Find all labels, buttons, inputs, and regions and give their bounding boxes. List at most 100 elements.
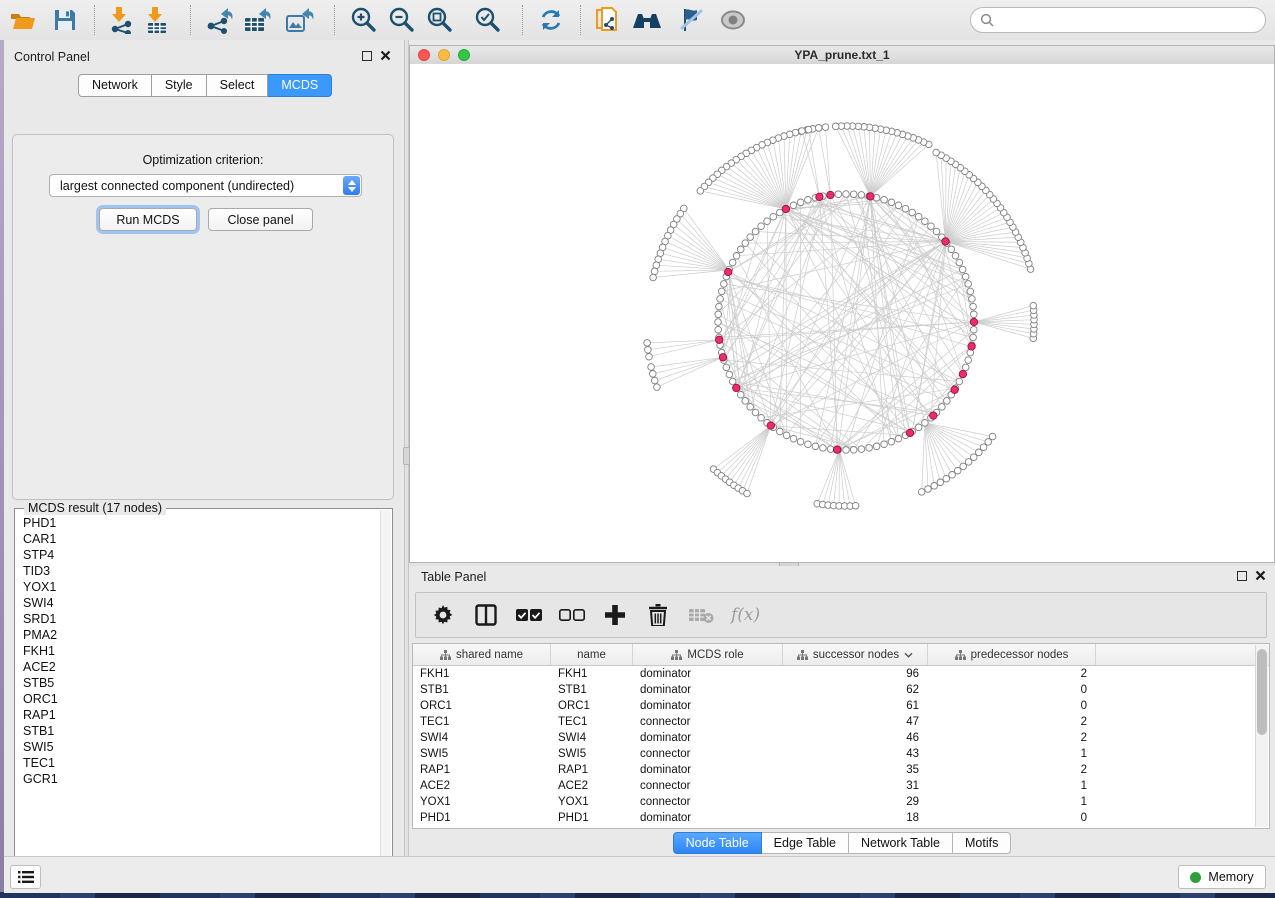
export-image-icon[interactable] [282,4,316,36]
cell-successor-nodes[interactable]: 96 [783,666,928,682]
delete-columns-icon[interactable] [645,602,671,628]
cell-predecessor-nodes[interactable]: 0 [928,810,1096,826]
new-network-from-selection-icon[interactable] [590,4,624,36]
tab-mcds[interactable]: MCDS [268,74,332,97]
mcds-list-scrollbar[interactable] [380,510,391,880]
cell-shared-name[interactable]: SWI5 [413,746,551,762]
cell-MCDS-role[interactable]: connector [633,794,783,810]
criterion-select[interactable]: largest connected component (undirected) [49,174,362,197]
import-table-icon[interactable] [140,4,174,36]
cell-shared-name[interactable]: RAP1 [413,762,551,778]
cell-successor-nodes[interactable]: 18 [783,810,928,826]
cell-name[interactable]: RAP1 [551,762,633,778]
create-column-icon[interactable] [602,602,628,628]
cell-MCDS-role[interactable]: dominator [633,730,783,746]
cell-successor-nodes[interactable]: 43 [783,746,928,762]
cell-shared-name[interactable]: STB1 [413,682,551,698]
float-panel-icon[interactable] [362,51,372,61]
cell-successor-nodes[interactable]: 31 [783,778,928,794]
cell-MCDS-role[interactable]: dominator [633,666,783,682]
cell-shared-name[interactable]: PHD1 [413,810,551,826]
cell-MCDS-role[interactable]: dominator [633,762,783,778]
table-row[interactable]: FKH1FKH1dominator962 [413,666,1269,682]
zoom-in-icon[interactable] [346,4,380,36]
memory-button[interactable]: Memory [1178,865,1266,889]
deselect-all-icon[interactable] [559,602,585,628]
close-table-panel-icon[interactable] [1255,570,1266,581]
cell-name[interactable]: PHD1 [551,810,633,826]
cell-successor-nodes[interactable]: 47 [783,714,928,730]
column-header-MCDS-role[interactable]: MCDS role [633,644,783,665]
cell-predecessor-nodes[interactable]: 1 [928,778,1096,794]
search-box[interactable] [970,7,1266,33]
table-row[interactable]: PHD1PHD1dominator180 [413,810,1269,826]
zoom-selected-icon[interactable] [470,4,504,36]
column-header-successor-nodes[interactable]: successor nodes [783,644,928,665]
cell-shared-name[interactable]: ORC1 [413,698,551,714]
network-canvas[interactable] [410,64,1274,562]
cell-predecessor-nodes[interactable]: 2 [928,762,1096,778]
close-panel-icon[interactable] [380,50,391,61]
open-file-icon[interactable] [6,4,40,36]
table-row[interactable]: STB1STB1dominator620 [413,682,1269,698]
cell-predecessor-nodes[interactable]: 0 [928,698,1096,714]
tab-select[interactable]: Select [207,74,269,97]
cell-successor-nodes[interactable]: 61 [783,698,928,714]
close-panel-button[interactable]: Close panel [208,208,313,231]
tab-network-table[interactable]: Network Table [849,832,953,854]
cell-successor-nodes[interactable]: 29 [783,794,928,810]
network-titlebar[interactable]: YPA_prune.txt_1 [410,46,1274,65]
save-session-icon[interactable] [48,4,82,36]
cell-MCDS-role[interactable]: dominator [633,682,783,698]
cell-shared-name[interactable]: FKH1 [413,666,551,682]
cell-shared-name[interactable]: ACE2 [413,778,551,794]
show-all-icon[interactable] [716,4,750,36]
table-settings-icon[interactable] [430,602,456,628]
table-row[interactable]: SWI5SWI5connector431 [413,746,1269,762]
table-scrollbar[interactable] [1255,645,1268,827]
table-row[interactable]: YOX1YOX1connector291 [413,794,1269,810]
run-mcds-button[interactable]: Run MCDS [99,208,197,231]
cell-successor-nodes[interactable]: 62 [783,682,928,698]
cell-MCDS-role[interactable]: connector [633,778,783,794]
table-row[interactable]: RAP1RAP1dominator352 [413,762,1269,778]
table-row[interactable]: TEC1TEC1connector472 [413,714,1269,730]
cell-predecessor-nodes[interactable]: 1 [928,746,1096,762]
tab-motifs[interactable]: Motifs [953,832,1011,854]
column-header-name[interactable]: name [551,644,633,665]
task-history-button[interactable] [10,865,41,889]
cell-predecessor-nodes[interactable]: 2 [928,714,1096,730]
cell-name[interactable]: SWI5 [551,746,633,762]
cell-successor-nodes[interactable]: 46 [783,730,928,746]
cell-predecessor-nodes[interactable]: 2 [928,730,1096,746]
cell-MCDS-role[interactable]: dominator [633,810,783,826]
cell-shared-name[interactable]: TEC1 [413,714,551,730]
export-table-icon[interactable] [240,4,274,36]
select-all-icon[interactable] [516,602,542,628]
tab-network[interactable]: Network [78,74,152,97]
import-network-icon[interactable] [104,4,138,36]
cell-name[interactable]: TEC1 [551,714,633,730]
split-panel-icon[interactable] [473,602,499,628]
tab-style[interactable]: Style [152,74,207,97]
cell-name[interactable]: SWI4 [551,730,633,746]
column-header-predecessor-nodes[interactable]: predecessor nodes [928,644,1096,665]
export-network-icon[interactable] [202,4,236,36]
table-scrollbar-thumb[interactable] [1257,649,1267,735]
table-row[interactable]: ACE2ACE2connector311 [413,778,1269,794]
zoom-fit-icon[interactable] [422,4,456,36]
float-table-panel-icon[interactable] [1237,571,1247,581]
cell-name[interactable]: FKH1 [551,666,633,682]
cell-MCDS-role[interactable]: connector [633,746,783,762]
cell-predecessor-nodes[interactable]: 0 [928,682,1096,698]
zoom-out-icon[interactable] [384,4,418,36]
cell-name[interactable]: STB1 [551,682,633,698]
cell-name[interactable]: ORC1 [551,698,633,714]
cell-predecessor-nodes[interactable]: 1 [928,794,1096,810]
first-neighbors-icon[interactable] [630,4,664,36]
mcds-result-list[interactable]: PHD1CAR1STP4TID3YOX1SWI4SRD1PMA2FKH1ACE2… [16,513,381,880]
column-header-shared-name[interactable]: shared name [413,644,551,665]
search-input[interactable] [1000,12,1256,28]
tab-edge-table[interactable]: Edge Table [762,832,849,854]
cell-name[interactable]: ACE2 [551,778,633,794]
